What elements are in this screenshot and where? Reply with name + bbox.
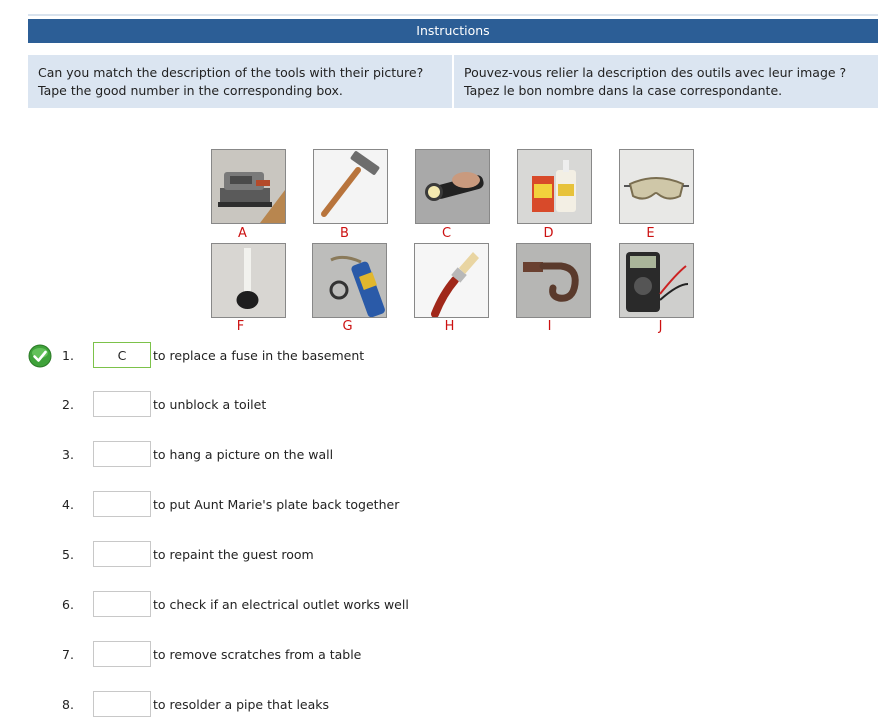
tool-label-e: E xyxy=(646,226,655,241)
instructions-header: Instructions xyxy=(28,19,878,43)
answer-input-5[interactable] xyxy=(93,541,151,567)
question-text: to remove scratches from a table xyxy=(153,647,362,662)
tool-image-g xyxy=(312,243,387,318)
answer-input-4[interactable] xyxy=(93,491,151,517)
question-number: 6. xyxy=(62,597,74,612)
question-text: to replace a fuse in the basement xyxy=(153,348,365,363)
question-number: 2. xyxy=(62,397,74,412)
tool-image-c xyxy=(415,149,490,224)
answer-input-7[interactable] xyxy=(93,641,151,667)
answer-input-6[interactable] xyxy=(93,591,151,617)
tool-image-f xyxy=(211,243,286,318)
question-row-7: 7. to remove scratches from a table xyxy=(0,641,894,669)
instructions-english: Can you match the description of the too… xyxy=(28,55,452,108)
sander-icon xyxy=(212,150,285,223)
tool-label-b: B xyxy=(340,226,349,241)
tool-label-j: J xyxy=(658,319,663,334)
instructions-english-line1: Can you match the description of the too… xyxy=(38,65,424,80)
flashlight-icon xyxy=(416,150,489,223)
hook-icon xyxy=(517,244,590,317)
instructions-french-line2: Tapez le bon nombre dans la case corresp… xyxy=(464,83,783,98)
question-text: to repaint the guest room xyxy=(153,547,314,562)
question-row-1: 1. to replace a fuse in the basement xyxy=(0,342,894,370)
tool-label-c: C xyxy=(441,226,452,241)
answer-input-2[interactable] xyxy=(93,391,151,417)
glue-bottles-icon xyxy=(518,150,591,223)
question-text: to check if an electrical outlet works w… xyxy=(153,597,409,612)
question-row-5: 5. to repaint the guest room xyxy=(0,541,894,569)
tool-label-i: I xyxy=(547,319,552,334)
question-row-6: 6. to check if an electrical outlet work… xyxy=(0,591,894,619)
answer-input-3[interactable] xyxy=(93,441,151,467)
question-number: 3. xyxy=(62,447,74,462)
question-row-8: 8. to resolder a pipe that leaks xyxy=(0,691,894,719)
question-number: 8. xyxy=(62,697,74,712)
tool-image-h xyxy=(414,243,489,318)
instructions-french: Pouvez-vous relier la description des ou… xyxy=(454,55,878,108)
tool-image-e xyxy=(619,149,694,224)
safety-goggles-icon xyxy=(620,150,693,223)
question-text: to unblock a toilet xyxy=(153,397,267,412)
tool-label-f: F xyxy=(236,319,245,334)
tool-image-j xyxy=(619,243,694,318)
question-text: to resolder a pipe that leaks xyxy=(153,697,330,712)
instructions-english-line2: Tape the good number in the correspondin… xyxy=(38,83,343,98)
plunger-icon xyxy=(212,244,285,317)
answer-input-1[interactable] xyxy=(93,342,151,368)
tool-image-i xyxy=(516,243,591,318)
answer-input-8[interactable] xyxy=(93,691,151,717)
question-text: to hang a picture on the wall xyxy=(153,447,334,462)
tool-label-d: D xyxy=(543,226,554,241)
question-row-2: 2. to unblock a toilet xyxy=(0,391,894,419)
tool-image-d xyxy=(517,149,592,224)
question-number: 5. xyxy=(62,547,74,562)
multimeter-icon xyxy=(620,244,693,317)
blowtorch-icon xyxy=(313,244,386,317)
question-text: to put Aunt Marie's plate back together xyxy=(153,497,400,512)
question-row-4: 4. to put Aunt Marie's plate back togeth… xyxy=(0,491,894,519)
tool-label-g: G xyxy=(342,319,353,334)
top-rule xyxy=(28,14,878,16)
tool-image-a xyxy=(211,149,286,224)
paintbrush-icon xyxy=(415,244,488,317)
tool-image-b xyxy=(313,149,388,224)
question-number: 1. xyxy=(62,348,74,363)
tool-label-a: A xyxy=(238,226,247,241)
instructions-french-line1: Pouvez-vous relier la description des ou… xyxy=(464,65,847,80)
check-icon xyxy=(28,344,52,368)
question-number: 4. xyxy=(62,497,74,512)
tool-label-h: H xyxy=(444,319,455,334)
hammer-icon xyxy=(314,150,387,223)
question-row-3: 3. to hang a picture on the wall xyxy=(0,441,894,469)
question-number: 7. xyxy=(62,647,74,662)
